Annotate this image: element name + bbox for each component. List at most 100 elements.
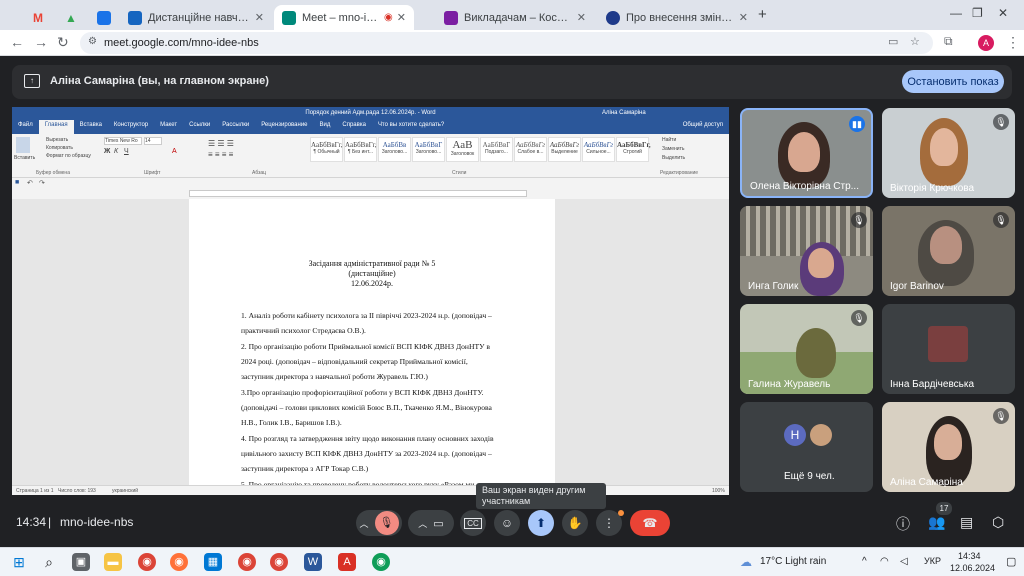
list-icon[interactable]: ☰ ☰ ☰ [208,139,234,148]
tab-meet[interactable]: Meet – mno-idee-nbs ◉ ✕ [274,5,414,30]
bookmark-star-icon[interactable]: ☆ [910,35,920,48]
raise-hand-button[interactable]: ✋ [562,510,588,536]
cut-button[interactable]: Вырезать [46,137,68,143]
word-icon[interactable]: W [304,553,322,571]
site-info-icon[interactable]: ⚙ [88,36,97,47]
word-tab[interactable]: Конструктор [108,120,154,134]
word-share-button[interactable]: Общий доступ [677,120,729,134]
style-intense[interactable]: АаБбВвГг Сильное... [582,137,615,162]
word-tab[interactable]: Макет [154,120,183,134]
save-icon[interactable]: ■ [15,179,19,186]
bold-icon[interactable]: Ж [104,148,110,155]
close-icon[interactable]: ✕ [397,11,406,24]
chat-icon[interactable]: ▤ [960,514,973,531]
camera-toggle-button[interactable]: ︿ ▭ [408,510,454,536]
chrome-app-icon[interactable]: ◉ [372,553,390,571]
store-icon[interactable]: ▦ [204,553,222,571]
tab-teachers[interactable]: Викладачам – Костянтинівськ ✕ [436,5,594,30]
captions-button[interactable]: CC [460,510,486,536]
word-tab-home[interactable]: Главная [38,120,74,134]
weather-text[interactable]: 17°C Light rain [760,556,826,567]
word-tab[interactable]: Ссылки [183,120,216,134]
word-tab[interactable]: Справка [336,120,372,134]
word-tell-me[interactable]: Что вы хотите сделать? [372,120,450,134]
leave-call-button[interactable]: ☎ [630,510,670,536]
participant-tile[interactable]: Інна Бардічевська [882,304,1015,394]
style-heading2[interactable]: АаБбВвГ Заголово... [412,137,445,162]
windows-start-icon[interactable]: ⊞ [10,553,28,571]
profile-avatar[interactable]: A [978,35,994,51]
chrome-profile-icon[interactable]: ◉ [238,553,256,571]
search-icon[interactable]: ⌕ [40,553,58,571]
tab-app[interactable] [92,5,116,30]
people-icon[interactable]: 👥 [928,514,945,531]
replace-button[interactable]: Заменить [662,146,684,152]
menu-dots-icon[interactable]: ⋮ [1006,34,1020,51]
clock-time[interactable]: 14:34 [958,551,981,561]
undo-icon[interactable]: ↶ [27,179,33,187]
font-size-select[interactable]: 14 [144,137,162,145]
close-icon[interactable]: ✕ [577,11,586,24]
participant-tile[interactable]: ▮▮ Олена Вікторівна Стр... [740,108,873,198]
redo-icon[interactable]: ↷ [39,179,45,187]
style-no-spacing[interactable]: АаБбВвГг, ¶ Без инт... [344,137,377,162]
close-window-button[interactable]: ✕ [998,6,1008,20]
file-explorer-icon[interactable]: ▬ [104,553,122,571]
close-icon[interactable]: ✕ [255,11,264,24]
chrome-icon[interactable]: ◉ [138,553,156,571]
copy-button[interactable]: Копировать [46,145,73,151]
stop-presenting-button[interactable]: Остановить показ [902,70,1004,93]
font-color-icon[interactable]: A [172,148,177,155]
style-emphasis[interactable]: АаБбВвГг Выделение [548,137,581,162]
word-tab[interactable]: Рассылки [216,120,255,134]
extensions-icon[interactable]: ⧉ [944,34,953,49]
paste-icon[interactable] [16,137,30,153]
tab-gmail[interactable]: M [28,5,52,30]
chevron-up-icon[interactable]: ^ [862,556,867,567]
document-page[interactable]: Засідання адміністративної ради № 5 (дис… [189,199,555,495]
style-heading1[interactable]: АаБбВв Заголово... [378,137,411,162]
tab-decree[interactable]: Про внесення зміни до поста ✕ [598,5,756,30]
url-input[interactable]: ⚙ meet.google.com/mno-idee-nbs ▭ ☆ [80,32,933,54]
word-tab[interactable]: Файл [12,120,39,134]
style-strong[interactable]: АаБбВвГг, Строгий [616,137,651,162]
word-tab[interactable]: Рецензирование [255,120,313,134]
info-icon[interactable]: ⓘ [896,514,910,534]
more-participants-tile[interactable]: Н Ещё 9 чел. [740,402,873,492]
style-title[interactable]: АаВ Заголовок [446,137,479,162]
find-button[interactable]: Найти [662,137,676,143]
align-icon[interactable]: ≡ ≡ ≡ ≡ [208,150,233,159]
self-tile[interactable]: 🎙 Аліна Самаріна [882,402,1015,492]
style-subtitle[interactable]: АаБбВвГ Подзаго... [480,137,513,162]
network-icon[interactable]: ◠ [880,556,889,567]
close-icon[interactable]: ✕ [739,11,748,24]
emoji-button[interactable]: ☺ [494,510,520,536]
maximize-button[interactable]: ❐ [972,6,983,20]
reload-icon[interactable]: ↻ [57,34,69,51]
word-tab[interactable]: Вставка [74,120,108,134]
activities-icon[interactable]: ⬡ [992,514,1004,531]
volume-icon[interactable]: ◁ [900,556,908,567]
notifications-icon[interactable]: ▢ [1006,555,1016,568]
mic-toggle-button[interactable]: ︿ 🎙 [356,510,402,536]
chrome-active-icon[interactable]: ◉ [270,553,288,571]
forward-arrow-icon[interactable]: → [34,34,48,50]
format-painter-button[interactable]: Формат по образцу [46,153,91,159]
present-button[interactable]: ⬆ [528,510,554,536]
font-name-select[interactable]: Times New Ro [104,137,142,145]
back-arrow-icon[interactable]: ← [10,34,24,50]
task-view-icon[interactable]: ▣ [72,553,90,571]
select-button[interactable]: Выделить [662,155,685,161]
clock-date[interactable]: 12.06.2024 [950,563,995,573]
tab-drive[interactable]: ▲ [60,5,84,30]
cast-icon[interactable]: ▭ [888,35,898,48]
participant-tile[interactable]: 🎙 Igor Barinov [882,206,1015,296]
new-tab-button[interactable]: + [758,6,767,23]
style-normal[interactable]: АаБбВвГг, ¶ Обычный [310,137,343,162]
word-tab[interactable]: Вид [314,120,337,134]
acrobat-icon[interactable]: A [338,553,356,571]
italic-icon[interactable]: К [114,148,118,155]
minimize-button[interactable]: — [950,6,962,20]
firefox-icon[interactable]: ◉ [170,553,188,571]
style-subtle-emphasis[interactable]: АаБбВвГг Слабое в... [514,137,547,162]
